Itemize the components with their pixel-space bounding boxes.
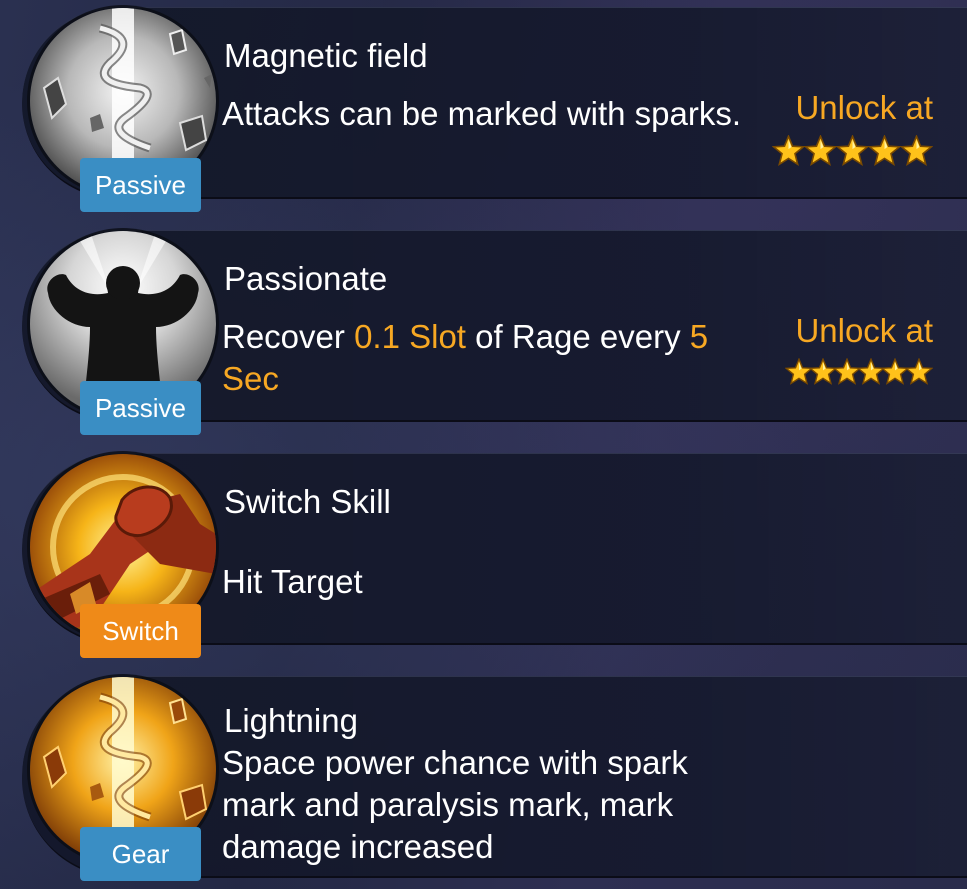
star-icon bbox=[836, 135, 869, 166]
skill-name: Passionate bbox=[224, 260, 388, 297]
skill-icon-wrap[interactable]: Passive bbox=[30, 231, 216, 435]
star-icon bbox=[905, 358, 933, 385]
skill-description: Space power chance with spark mark and p… bbox=[222, 742, 770, 868]
skill-row-passionate[interactable]: Passive Passionate Recover 0.1 Slot of R… bbox=[8, 226, 967, 435]
description-text: Attacks can be marked with sparks. bbox=[222, 95, 742, 132]
description-text: Space power chance with spark mark and p… bbox=[222, 744, 688, 865]
passive-badge: Passive bbox=[80, 158, 201, 212]
unlock-label: Unlock at bbox=[795, 312, 933, 349]
star-rating bbox=[785, 358, 933, 385]
skill-row-switch-skill[interactable]: Switch Switch Skill Hit Target bbox=[8, 449, 967, 658]
star-icon bbox=[868, 135, 901, 166]
switch-badge: Switch bbox=[80, 604, 201, 658]
description-text: Hit Target bbox=[222, 563, 363, 600]
skill-description: Attacks can be marked with sparks. bbox=[222, 93, 770, 135]
description-text: of Rage every bbox=[465, 318, 690, 355]
skill-row-magnetic-field[interactable]: Passive Magnetic field Attacks can be ma… bbox=[8, 3, 967, 212]
passive-badge: Passive bbox=[80, 381, 201, 435]
unlock-requirement: Unlock at bbox=[785, 312, 933, 385]
skill-icon-wrap[interactable]: Gear bbox=[30, 677, 216, 881]
skill-name: Magnetic field bbox=[224, 37, 428, 74]
unlock-requirement: Unlock at bbox=[772, 89, 933, 166]
star-icon bbox=[900, 135, 933, 166]
skill-description: Hit Target bbox=[222, 561, 770, 603]
skill-name: Lightning bbox=[224, 702, 358, 739]
skill-description: Recover 0.1 Slot of Rage every 5 Sec bbox=[222, 316, 770, 400]
gear-badge: Gear bbox=[80, 827, 201, 881]
skill-name: Switch Skill bbox=[224, 483, 391, 520]
star-icon bbox=[772, 135, 805, 166]
skill-row-lightning[interactable]: Gear Lightning Space power chance with s… bbox=[8, 672, 967, 882]
star-rating bbox=[772, 135, 933, 166]
highlight-value: 0.1 Slot bbox=[354, 318, 466, 355]
description-text: Recover bbox=[222, 318, 355, 355]
star-icon bbox=[804, 135, 837, 166]
skill-icon-wrap[interactable]: Passive bbox=[30, 8, 216, 212]
skill-icon-wrap[interactable]: Switch bbox=[30, 454, 216, 658]
unlock-label: Unlock at bbox=[795, 89, 933, 126]
